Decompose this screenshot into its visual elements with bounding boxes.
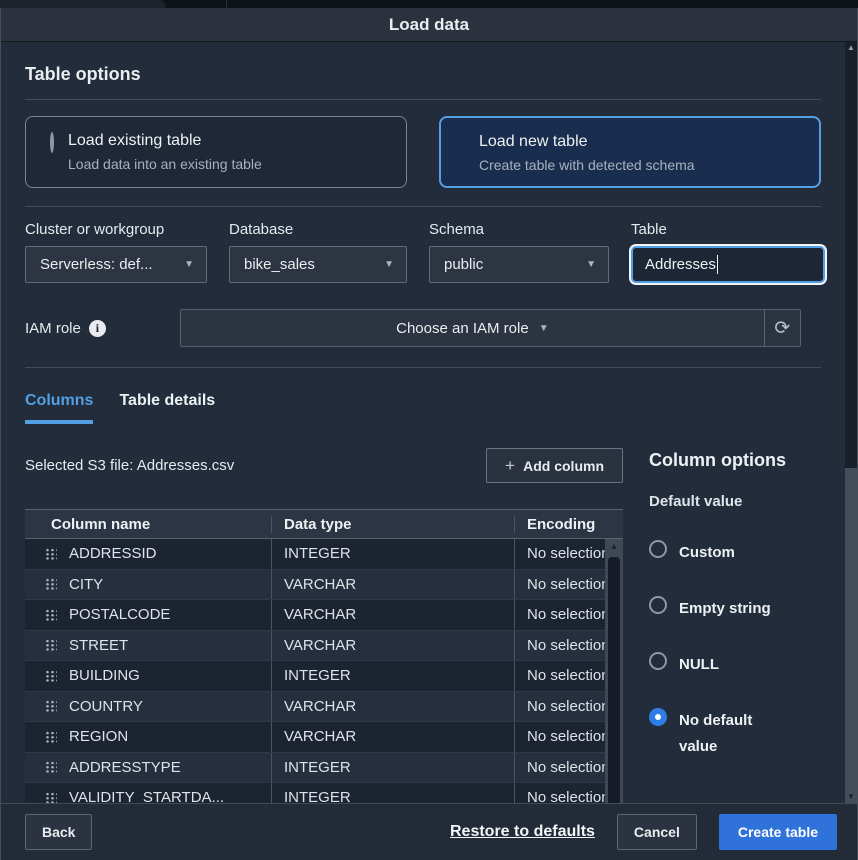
table-row[interactable]: REGION VARCHAR No selection [25,722,623,753]
columns-left-panel: Selected S3 file: Addresses.csv + Add co… [25,442,623,803]
info-icon[interactable]: i [89,320,106,337]
scroll-up-icon[interactable]: ▲ [605,541,623,551]
load-data-dialog: Load data Table options Load existing ta… [0,8,858,860]
drag-handle-icon[interactable] [45,669,57,683]
cluster-label: Cluster or workgroup [25,221,207,238]
card-title: Load existing table [68,130,262,152]
background-divider [226,0,227,8]
chevron-down-icon: ▼ [384,259,394,270]
chevron-down-icon: ▼ [539,323,549,334]
drag-handle-icon[interactable] [45,638,57,652]
table-row[interactable]: ADDRESSTYPE INTEGER No selection [25,753,623,784]
table-name-value: Addresses [645,256,716,273]
card-load-new-table[interactable]: Load new table Create table with detecte… [439,116,821,188]
tab-columns[interactable]: Columns [25,392,93,424]
dialog-footer: Back Restore to defaults Cancel Create t… [1,803,857,860]
iam-role-row: IAM role i Choose an IAM role ▼ ⟳ [25,309,821,347]
chevron-down-icon: ▼ [184,259,194,270]
columns-table-body: ADDRESSID INTEGER No selection CITY VARC… [25,539,623,803]
card-load-existing-table[interactable]: Load existing table Load data into an ex… [25,116,407,188]
drag-handle-icon[interactable] [45,608,57,622]
option-null[interactable]: NULL [649,652,823,678]
columns-tab-content: Selected S3 file: Addresses.csv + Add co… [25,442,821,803]
radio-custom[interactable] [649,540,667,558]
dialog-scrollbar[interactable]: ▲ ▼ [845,42,857,803]
header-encoding: Encoding [514,516,623,533]
chevron-down-icon: ▼ [586,259,596,270]
table-row[interactable]: BUILDING INTEGER No selection [25,661,623,692]
iam-role-label: IAM role [25,320,81,337]
dialog-title: Load data [389,15,469,35]
dialog-header: Load data [1,8,857,42]
drag-handle-icon[interactable] [45,699,57,713]
radio-load-existing-table[interactable] [50,132,54,153]
detail-tabs: Columns Table details [25,392,821,424]
columns-table: Column name Data type Encoding ADDRESSID… [25,509,623,803]
table-row[interactable]: COUNTRY VARCHAR No selection [25,692,623,723]
selected-s3-file-text: Selected S3 file: Addresses.csv [25,457,234,474]
cluster-value: Serverless: def... [40,256,153,273]
radio-no-default-value[interactable] [649,708,667,726]
table-name-input[interactable]: Addresses [631,246,825,283]
database-value: bike_sales [244,256,315,273]
database-label: Database [229,221,407,238]
schema-value: public [444,256,483,273]
add-column-button[interactable]: + Add column [486,448,623,483]
table-option-cards: Load existing table Load data into an ex… [25,116,821,188]
background-app-strip [0,0,858,8]
table-row[interactable]: POSTALCODE VARCHAR No selection [25,600,623,631]
table-scrollbar-thumb[interactable] [608,557,620,803]
iam-role-select[interactable]: Choose an IAM role ▼ ⟳ [180,309,801,347]
table-label: Table [631,221,825,238]
plus-icon: + [505,456,515,476]
option-empty-string[interactable]: Empty string [649,596,823,622]
schema-label: Schema [429,221,609,238]
card-description: Load data into an existing table [68,154,262,174]
dialog-body: Table options Load existing table Load d… [1,42,857,803]
divider [25,206,821,207]
card-title: Load new table [479,131,695,153]
screen: Load data Table options Load existing ta… [0,0,858,860]
schema-select[interactable]: public ▼ [429,246,609,283]
text-cursor [717,255,719,274]
divider [25,367,821,368]
table-row[interactable]: VALIDITY_STARTDA... INTEGER No selection [25,783,623,803]
drag-handle-icon[interactable] [45,577,57,591]
column-options-panel: Column options Default value Custom Empt… [649,442,823,803]
radio-null[interactable] [649,652,667,670]
target-form-row: Cluster or workgroup Serverless: def... … [25,221,821,283]
drag-handle-icon[interactable] [45,791,57,803]
columns-table-header: Column name Data type Encoding [25,509,623,539]
header-column-name: Column name [25,516,271,533]
refresh-icon: ⟳ [774,317,790,340]
option-no-default-value[interactable]: No default value [649,708,823,760]
table-row[interactable]: ADDRESSID INTEGER No selection [25,539,623,570]
table-scrollbar[interactable]: ▲ [605,539,623,803]
dialog-scrollbar-thumb[interactable] [845,42,857,468]
tab-table-details[interactable]: Table details [119,392,215,424]
card-description: Create table with detected schema [479,155,695,175]
drag-handle-icon[interactable] [45,760,57,774]
iam-role-value: Choose an IAM role [396,320,529,337]
database-select[interactable]: bike_sales ▼ [229,246,407,283]
radio-empty-string[interactable] [649,596,667,614]
default-value-label: Default value [649,493,823,510]
option-custom[interactable]: Custom [649,540,823,566]
background-editor-tab [0,0,168,8]
restore-to-defaults-link[interactable]: Restore to defaults [450,823,595,841]
scroll-up-icon[interactable]: ▲ [845,43,857,53]
scroll-down-icon[interactable]: ▼ [845,792,857,802]
table-options-heading: Table options [25,64,821,100]
table-row[interactable]: CITY VARCHAR No selection [25,570,623,601]
column-options-heading: Column options [649,450,823,471]
drag-handle-icon[interactable] [45,547,57,561]
drag-handle-icon[interactable] [45,730,57,744]
cluster-select[interactable]: Serverless: def... ▼ [25,246,207,283]
create-table-button[interactable]: Create table [719,814,837,850]
table-row[interactable]: STREET VARCHAR No selection [25,631,623,662]
header-data-type: Data type [271,516,514,533]
cancel-button[interactable]: Cancel [617,814,697,850]
back-button[interactable]: Back [25,814,92,850]
refresh-iam-roles-button[interactable]: ⟳ [765,310,800,346]
